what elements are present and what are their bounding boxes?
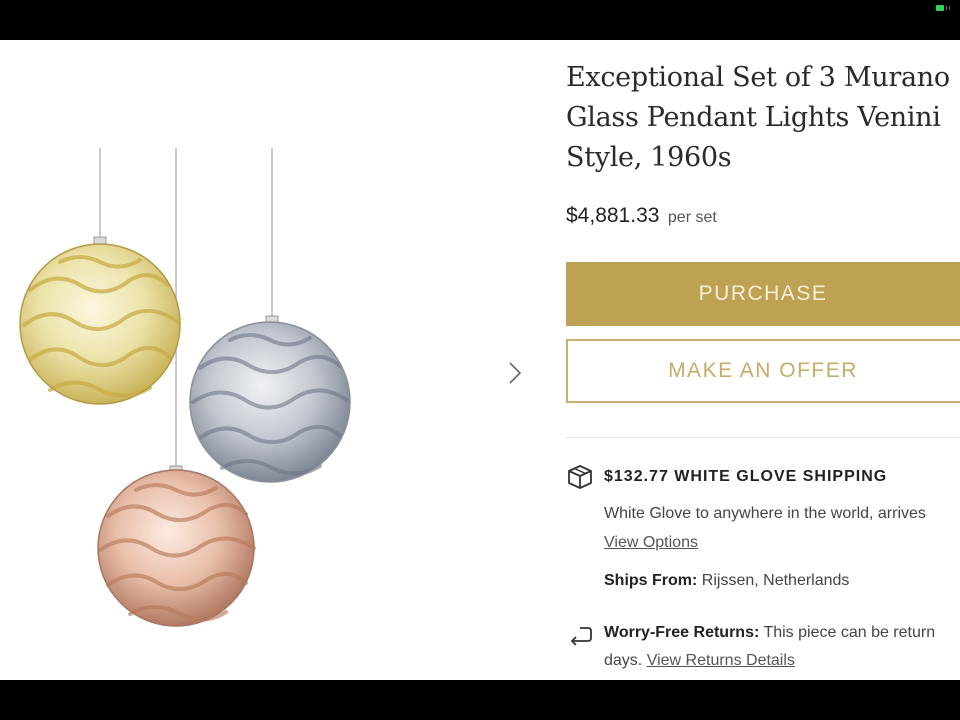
price: $4,881.33 per set bbox=[566, 204, 717, 228]
returns-line: Worry-Free Returns: This piece can be re… bbox=[604, 624, 935, 642]
package-icon bbox=[568, 465, 592, 489]
yellow-globe bbox=[19, 236, 181, 405]
bottom-bar bbox=[0, 680, 960, 720]
product-title: Exceptional Set of 3 Murano Glass Pendan… bbox=[566, 62, 950, 173]
product-page: Exceptional Set of 3 Murano Glass Pendan… bbox=[0, 40, 960, 680]
battery-icon bbox=[936, 5, 950, 11]
ships-from-value: Rijssen, Netherlands bbox=[701, 572, 850, 589]
returns-text-2: days. bbox=[604, 652, 643, 669]
product-details: Exceptional Set of 3 Murano Glass Pendan… bbox=[566, 40, 960, 680]
shipping-header: $132.77 WHITE GLOVE SHIPPING bbox=[566, 464, 887, 490]
ships-from: Ships From: Rijssen, Netherlands bbox=[604, 572, 849, 590]
divider bbox=[566, 437, 960, 438]
shipping-title: $132.77 WHITE GLOVE SHIPPING bbox=[604, 468, 888, 485]
product-gallery bbox=[0, 40, 540, 680]
grey-globe bbox=[189, 315, 351, 483]
view-returns-link[interactable]: View Returns Details bbox=[647, 652, 795, 669]
returns-line-2: days. View Returns Details bbox=[604, 652, 795, 670]
view-options-link[interactable]: View Options bbox=[604, 534, 698, 551]
price-unit: per set bbox=[667, 209, 717, 226]
make-offer-button[interactable]: MAKE AN OFFER bbox=[566, 339, 960, 403]
returns-text: This piece can be return bbox=[763, 624, 936, 641]
price-amount: $4,881.33 bbox=[566, 204, 660, 227]
pink-globe bbox=[97, 465, 256, 627]
top-bar bbox=[0, 0, 960, 40]
shipping-description: White Glove to anywhere in the world, ar… bbox=[604, 505, 926, 522]
purchase-button[interactable]: PURCHASE bbox=[566, 262, 960, 326]
ships-from-label: Ships From: bbox=[604, 572, 698, 589]
return-arrow-icon bbox=[570, 627, 592, 646]
product-image[interactable] bbox=[0, 40, 540, 680]
returns-label: Worry-Free Returns: bbox=[604, 624, 760, 641]
chevron-right-icon[interactable] bbox=[500, 358, 530, 388]
